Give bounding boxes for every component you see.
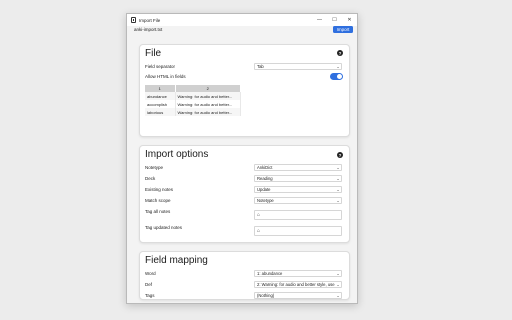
def-field-select[interactable]: 2: Warning: for audio and better style, … [254, 281, 342, 288]
window-title: Import File [139, 17, 161, 23]
allow-html-toggle[interactable] [330, 73, 343, 80]
tag-all-notes-label: Tag all notes [145, 209, 171, 214]
import-button[interactable]: Import [333, 26, 353, 33]
tag-icon: ⌂ [257, 212, 261, 218]
toolbar: anki-import.txt Import [127, 26, 357, 36]
help-icon[interactable]: ? [337, 50, 343, 56]
chevron-down-icon: ⌄ [336, 187, 340, 192]
word-field-select[interactable]: 1: abundance ⌄ [254, 270, 342, 277]
field-mapping-title: Field mapping [145, 255, 208, 266]
tag-updated-notes-input[interactable]: ⌂ [254, 226, 342, 236]
preview-column-header: 2 [175, 85, 241, 92]
title-bar: Import File — ☐ ✕ [127, 14, 357, 26]
table-row: abundance Warning: for audio and better.… [145, 92, 241, 100]
deck-label: Deck [145, 176, 156, 181]
allow-html-label: Allow HTML in fields [145, 74, 186, 79]
preview-column-header: 1 [145, 85, 176, 92]
deck-value: Reading [257, 176, 273, 181]
existing-notes-label: Existing notes [145, 187, 174, 192]
import-options-title: Import options [145, 149, 209, 160]
preview-cell: laborious [145, 108, 176, 116]
tag-updated-notes-label: Tag updated notes [145, 225, 183, 230]
match-scope-value: Notetype [257, 198, 274, 203]
file-section-title: File [145, 48, 162, 59]
table-row: laborious Warning: for audio and better.… [145, 108, 241, 116]
chevron-down-icon: ⌄ [336, 282, 340, 287]
def-field-label: Def [145, 282, 153, 287]
notetype-label: Notetype [145, 165, 164, 170]
chevron-down-icon: ⌄ [336, 165, 340, 170]
file-section: File ? Field separator Tab ⌄ Allow HTML … [139, 44, 350, 137]
help-icon[interactable]: ? [337, 152, 343, 158]
word-field-value: 1: abundance [257, 271, 283, 276]
preview-cell: Warning: for audio and better... [175, 100, 241, 108]
preview-cell: accomplish [145, 100, 176, 108]
field-separator-value: Tab [257, 64, 264, 69]
tag-all-notes-input[interactable]: ⌂ [254, 210, 342, 220]
tag-icon: ⌂ [257, 228, 261, 234]
deck-select[interactable]: Reading ⌄ [254, 175, 342, 182]
preview-cell: Warning: for audio and better... [175, 92, 241, 100]
table-row: accomplish Warning: for audio and better… [145, 100, 241, 108]
tags-field-label: Tags [145, 293, 155, 298]
import-options-section: Import options ? Notetype AnkiDict ⌄ Dec… [139, 145, 350, 243]
match-scope-select[interactable]: Notetype ⌄ [254, 197, 342, 204]
import-filename: anki-import.txt [134, 27, 163, 32]
notetype-value: AnkiDict [257, 165, 273, 170]
preview-cell: abundance [145, 92, 176, 100]
window-controls: — ☐ ✕ [312, 14, 357, 26]
field-separator-select[interactable]: Tab ⌄ [254, 63, 342, 70]
field-separator-label: Field separator [145, 64, 176, 69]
chevron-down-icon: ⌄ [336, 64, 340, 69]
def-field-value: 2: Warning: for audio and better style, … [257, 282, 335, 287]
maximize-button[interactable]: ☐ [327, 14, 342, 26]
existing-notes-select[interactable]: Update ⌄ [254, 186, 342, 193]
tags-field-value: (Nothing) [257, 293, 275, 298]
import-file-window: Import File — ☐ ✕ anki-import.txt Import… [126, 13, 358, 304]
preview-header-row: 1 2 [145, 85, 241, 92]
field-mapping-section: Field mapping Word 1: abundance ⌄ Def 2:… [139, 251, 350, 300]
chevron-down-icon: ⌄ [336, 198, 340, 203]
tags-field-select[interactable]: (Nothing) ⌄ [254, 292, 342, 299]
notetype-select[interactable]: AnkiDict ⌄ [254, 164, 342, 171]
match-scope-label: Match scope [145, 198, 171, 203]
chevron-down-icon: ⌄ [336, 293, 340, 298]
app-icon [131, 17, 136, 23]
chevron-down-icon: ⌄ [336, 176, 340, 181]
chevron-down-icon: ⌄ [336, 271, 340, 276]
preview-cell: Warning: for audio and better... [175, 108, 241, 116]
word-field-label: Word [145, 271, 156, 276]
existing-notes-value: Update [257, 187, 271, 192]
close-button[interactable]: ✕ [342, 14, 357, 26]
minimize-button[interactable]: — [312, 14, 327, 26]
preview-table: 1 2 abundance Warning: for audio and bet… [145, 85, 241, 116]
